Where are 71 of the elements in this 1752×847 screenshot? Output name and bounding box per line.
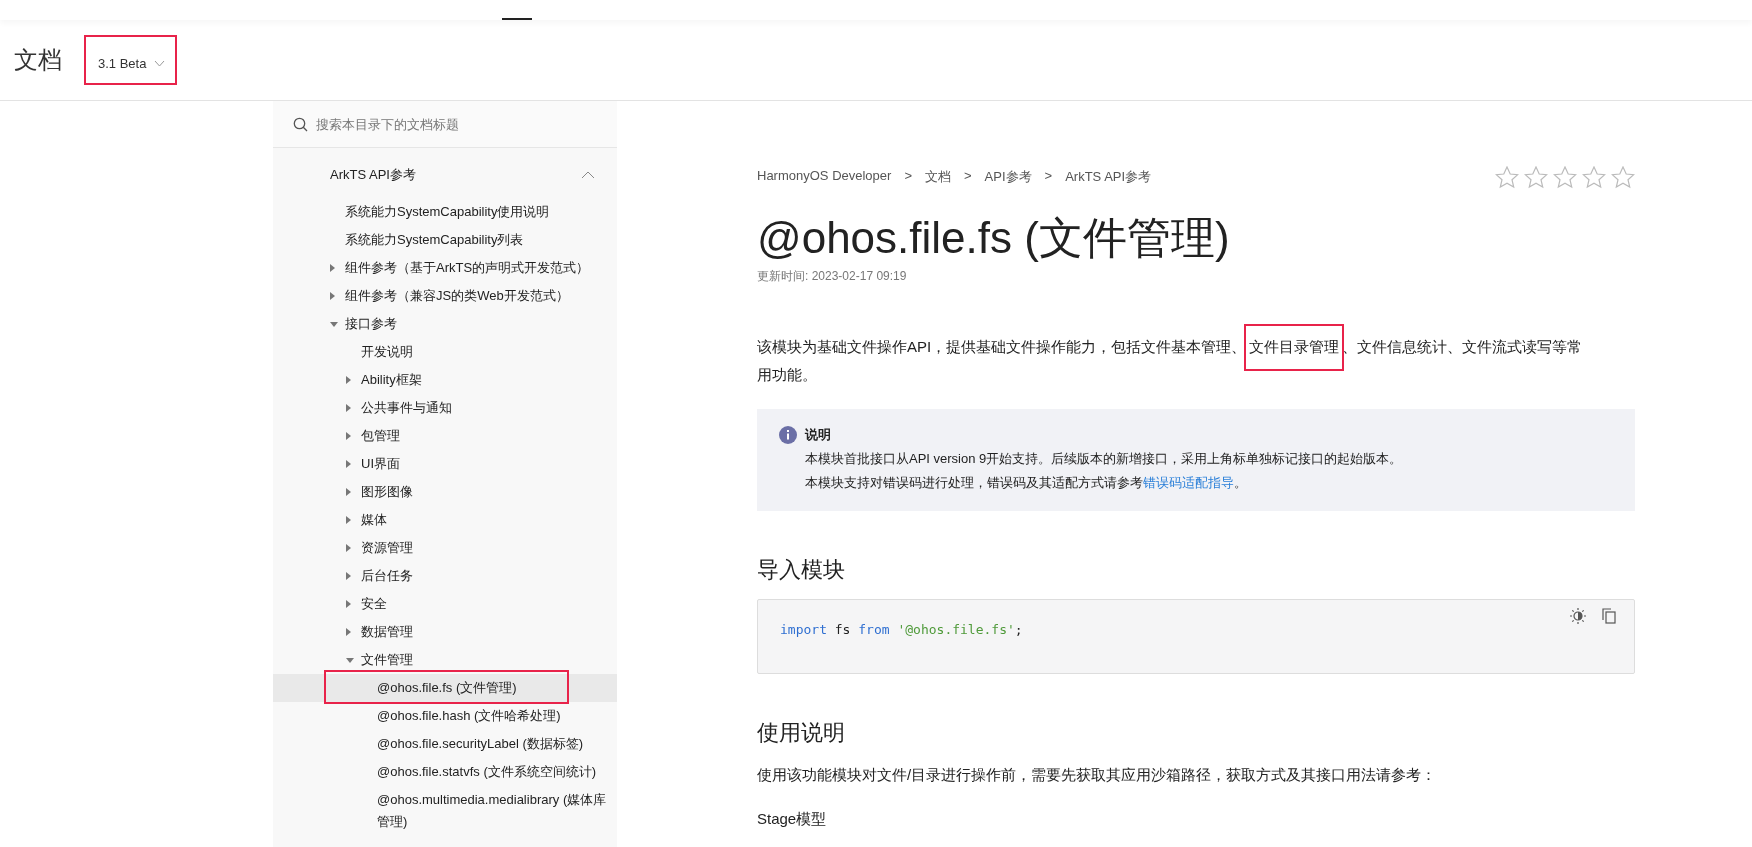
tree-item[interactable]: 媒体 — [273, 506, 617, 534]
info-icon — [779, 426, 797, 444]
caret-right-icon — [346, 404, 351, 412]
breadcrumb-separator: > — [964, 168, 972, 185]
caret-right-icon — [346, 600, 351, 608]
search-field[interactable]: 搜索本目录下的文档标题 — [316, 116, 576, 132]
star-icon[interactable] — [1524, 165, 1548, 189]
star-icon[interactable] — [1553, 165, 1577, 189]
star-icon[interactable] — [1582, 165, 1606, 189]
tree-item[interactable]: @ohos.file.hash (文件哈希处理) — [273, 702, 617, 730]
caret-right-icon — [330, 292, 335, 300]
subsection-heading: Stage模型 — [757, 810, 828, 829]
tree-item[interactable]: UI界面 — [273, 450, 617, 478]
star-icon[interactable] — [1611, 165, 1635, 189]
copy-icon[interactable] — [1602, 608, 1616, 624]
tree-item[interactable]: 接口参考 — [273, 310, 617, 338]
note-title: 说明 — [805, 426, 832, 444]
tree-item[interactable]: 系统能力SystemCapability列表 — [273, 226, 617, 254]
theme-toggle-icon[interactable] — [1570, 608, 1586, 624]
breadcrumb-link[interactable]: 文档 — [925, 168, 951, 186]
tree-item[interactable]: Ability框架 — [273, 366, 617, 394]
page-title: 文档 — [14, 45, 62, 75]
caret-right-icon — [346, 460, 351, 468]
tree-item[interactable]: 包管理 — [273, 422, 617, 450]
star-icon[interactable] — [1495, 165, 1519, 189]
tree-item[interactable]: 资源管理 — [273, 534, 617, 562]
tree-item[interactable]: 系统能力SystemCapability使用说明 — [273, 198, 617, 226]
caret-right-icon — [330, 264, 335, 272]
tree-item[interactable]: @ohos.file.statvfs (文件系统空间统计) — [273, 758, 617, 786]
caret-right-icon — [346, 432, 351, 440]
tree-item[interactable]: 开发说明 — [273, 338, 617, 366]
update-time: 更新时间: 2023-02-17 09:19 — [757, 268, 908, 285]
tree-item[interactable]: @ohos.file.securityLabel (数据标签) — [273, 730, 617, 758]
caret-right-icon — [346, 516, 351, 524]
breadcrumb-link[interactable]: ArkTS API参考 — [1065, 168, 1152, 186]
search-icon — [293, 116, 308, 132]
tree-item[interactable]: @ohos.multimedia.medialibrary (媒体库管理) — [273, 786, 617, 836]
breadcrumb-separator: > — [1044, 168, 1053, 185]
tree-item[interactable]: 组件参考（兼容JS的类Web开发范式） — [273, 282, 617, 310]
tree-item[interactable]: 安全 — [273, 590, 617, 618]
breadcrumb-link[interactable]: HarmonyOS Developer — [757, 168, 892, 186]
tree-item[interactable]: 组件参考（基于ArkTS的声明式开发范式） — [273, 254, 617, 282]
section-heading: 使用说明 — [757, 719, 846, 747]
code-line: import fs from '@ohos.file.fs'; — [780, 622, 1023, 637]
caret-down-icon — [346, 657, 354, 663]
tree-item[interactable]: 文件管理 — [273, 646, 617, 674]
caret-right-icon — [346, 544, 351, 552]
intro-paragraph: 该模块为基础文件操作API，提供基础文件操作能力，包括文件基本管理、 文件目录管理 、文件信息统计、文件流式读写等常用功能。 — [757, 317, 1635, 405]
active-tab-indicator — [502, 18, 532, 20]
doc-link[interactable]: 错误码适配指导 — [1143, 475, 1234, 490]
caret-down-icon — [330, 321, 338, 327]
caret-right-icon — [346, 628, 351, 636]
tree-item[interactable]: 后台任务 — [273, 562, 617, 590]
star-rating[interactable] — [1495, 165, 1635, 189]
breadcrumb-separator: > — [904, 168, 912, 185]
body-text: 使用该功能模块对文件/目录进行操作前，需要先获取其应用沙箱路径，获取方式及其接口用法请参考： — [757, 765, 1438, 785]
section-header[interactable]: ArkTS API参考 — [273, 160, 617, 198]
caret-right-icon — [346, 376, 351, 384]
tree-item[interactable]: 数据管理 — [273, 618, 617, 646]
tree-item[interactable]: 公共事件与通知 — [273, 394, 617, 422]
caret-right-icon — [346, 488, 351, 496]
note-text: 本模块首批接口从API version 9开始支持。后续版本的新增接口，采用上角标单独标记接口的起始版本。 — [805, 450, 1404, 468]
section-heading: 导入模块 — [757, 556, 846, 584]
breadcrumb-link[interactable]: API参考 — [984, 168, 1032, 186]
tree-item[interactable]: 图形图像 — [273, 478, 617, 506]
caret-right-icon — [346, 572, 351, 580]
note-text: 本模块支持对错误码进行处理，错误码及其适配方式请参考错误码适配指导。 — [805, 474, 1248, 492]
chevron-up-icon — [581, 171, 595, 179]
article-title: @ohos.file.fs (文件管理) — [757, 212, 1231, 264]
chevron-down-icon — [154, 59, 166, 67]
version-dropdown[interactable]: 3.1 Beta — [84, 35, 178, 85]
